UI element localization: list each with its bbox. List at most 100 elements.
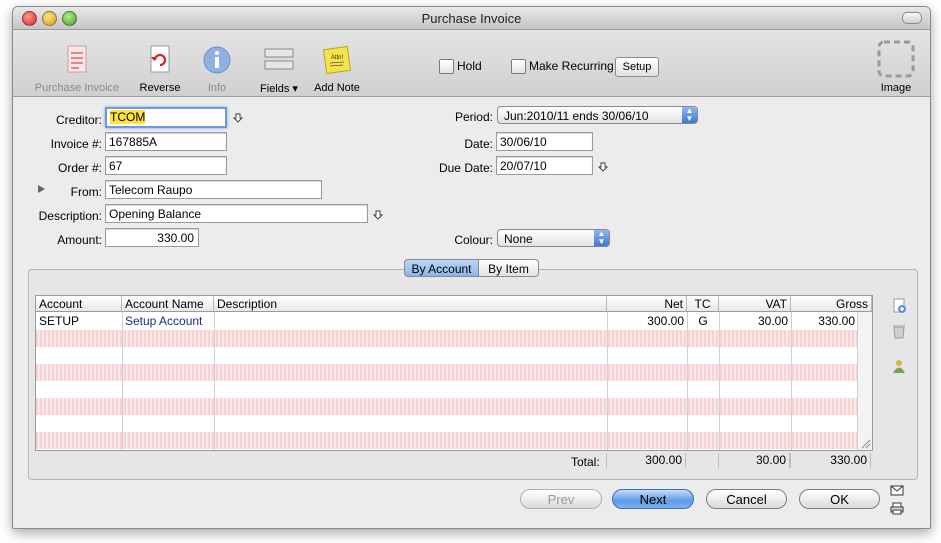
add-note-label: Add Note — [314, 82, 360, 94]
trash-icon[interactable] — [891, 323, 907, 339]
toolbar-toggle-button[interactable] — [902, 12, 922, 24]
invoice-number-label: Invoice #: — [50, 137, 102, 151]
window-title: Purchase Invoice — [421, 11, 522, 26]
column-header-tc[interactable]: TC — [687, 296, 719, 312]
column-header-net[interactable]: Net — [607, 296, 687, 312]
colour-label: Colour: — [454, 233, 493, 247]
next-button[interactable]: Next — [612, 489, 694, 509]
image-label: Image — [880, 82, 912, 94]
print-icon[interactable] — [890, 502, 904, 515]
fields-label-wrap: Fields ▾ — [255, 82, 303, 95]
cancel-button[interactable]: Cancel — [706, 489, 787, 509]
make-recurring-checkbox[interactable] — [511, 59, 526, 74]
sticky-note-icon: Attn! — [322, 45, 352, 75]
fields-tool[interactable]: Fields ▾ — [255, 44, 303, 95]
order-number-label: Order #: — [57, 161, 102, 175]
cell-account: SETUP — [39, 314, 80, 328]
due-date-field[interactable]: 20/07/10 — [496, 156, 593, 175]
description-field[interactable]: Opening Balance — [105, 204, 368, 223]
image-tool[interactable]: Image — [873, 40, 919, 94]
setup-button[interactable]: Setup — [615, 57, 659, 77]
column-divider — [214, 312, 215, 450]
empty-row[interactable] — [36, 432, 872, 449]
add-line-icon[interactable] — [891, 298, 907, 314]
colour-value: None — [504, 232, 533, 246]
cell-description — [214, 313, 607, 330]
table-row[interactable]: SETUP Setup Account 300.00 G 30.00 330.0… — [36, 313, 872, 330]
amount-field[interactable]: 330.00 — [105, 228, 199, 247]
empty-row[interactable] — [36, 364, 872, 381]
empty-row[interactable] — [36, 381, 872, 398]
cell-gross: 330.00 — [818, 314, 855, 328]
cell-account-name: Setup Account — [125, 314, 203, 328]
period-select[interactable]: Jun:2010/11 ends 30/06/10 ▲ ▼ — [497, 106, 698, 124]
column-header-description[interactable]: Description — [214, 296, 607, 312]
reverse-label: Reverse — [139, 82, 181, 94]
purchase-invoice-window: Purchase Invoice Purchase Invoice Revers… — [12, 6, 931, 529]
date-field[interactable]: 30/06/10 — [496, 132, 593, 151]
tab-by-account[interactable]: By Account — [404, 259, 479, 277]
allocate-icon[interactable] — [891, 358, 907, 374]
description-label: Description: — [38, 209, 102, 223]
creditor-value: TCOM — [110, 110, 146, 124]
amount-label: Amount: — [57, 233, 102, 247]
period-value: Jun:2010/11 ends 30/06/10 — [504, 109, 649, 123]
resize-grip-icon[interactable] — [860, 438, 871, 449]
add-note-tool[interactable]: Attn! Add Note — [309, 44, 365, 94]
info-icon — [203, 46, 231, 74]
column-header-account-name[interactable]: Account Name — [122, 296, 214, 312]
creditor-lookup-arrow-icon[interactable] — [233, 113, 243, 123]
cell-vat: 30.00 — [757, 314, 788, 328]
description-lookup-arrow-icon[interactable] — [373, 210, 383, 220]
order-number-field[interactable]: 67 — [105, 156, 227, 175]
cell-net: 300.00 — [647, 314, 684, 328]
title-bar: Purchase Invoice — [13, 7, 930, 30]
total-vat: 30.00 — [718, 453, 790, 468]
purchase-invoice-label: Purchase Invoice — [34, 82, 120, 94]
tab-by-item[interactable]: By Item — [479, 259, 539, 277]
invoice-number-field[interactable]: 167885A — [105, 132, 227, 151]
column-header-gross[interactable]: Gross — [791, 296, 872, 312]
creditor-field[interactable]: TCOM — [105, 107, 227, 128]
total-gross: 330.00 — [790, 453, 871, 468]
fields-icon — [264, 48, 294, 70]
info-label: Info — [207, 82, 227, 94]
popup-arrows-icon: ▲ ▼ — [594, 230, 609, 246]
empty-row[interactable] — [36, 398, 872, 415]
column-divider — [719, 312, 720, 450]
reverse-tool[interactable]: Reverse — [137, 44, 183, 94]
empty-row[interactable] — [36, 415, 872, 432]
hold-checkbox[interactable] — [439, 59, 454, 74]
due-date-label: Due Date: — [438, 161, 493, 175]
colour-select[interactable]: None ▲ ▼ — [497, 229, 610, 247]
empty-row[interactable] — [36, 347, 872, 364]
lines-table: Account Account Name Description Net TC … — [35, 295, 873, 451]
make-recurring-label: Make Recurring — [529, 59, 614, 73]
note-icon-text: Attn! — [331, 55, 344, 61]
vertical-scrollbar[interactable] — [857, 312, 872, 450]
hold-label: Hold — [457, 59, 482, 73]
column-header-vat[interactable]: VAT — [719, 296, 791, 312]
popup-arrows-icon: ▲ ▼ — [682, 107, 697, 123]
prev-button[interactable]: Prev — [520, 489, 602, 509]
from-field[interactable]: Telecom Raupo — [105, 180, 322, 199]
column-divider — [607, 312, 608, 450]
column-header-account[interactable]: Account — [36, 296, 122, 312]
period-label: Period: — [454, 110, 493, 124]
info-tool[interactable]: Info — [199, 44, 235, 94]
purchase-invoice-tool[interactable]: Purchase Invoice — [31, 44, 123, 94]
date-label: Date: — [464, 137, 493, 151]
dropdown-triangle-icon: ▾ — [289, 83, 298, 95]
toolbar: Purchase Invoice Reverse Info Fields ▾ A… — [13, 30, 930, 97]
column-divider — [687, 312, 688, 450]
invoice-document-icon — [67, 45, 87, 73]
from-label: From: — [70, 185, 102, 199]
total-net: 300.00 — [606, 453, 686, 468]
empty-row[interactable] — [36, 330, 872, 347]
ok-button[interactable]: OK — [799, 489, 880, 509]
due-date-lookup-arrow-icon[interactable] — [598, 162, 608, 172]
email-icon[interactable] — [890, 485, 904, 496]
reverse-icon — [150, 45, 170, 73]
fields-label: Fields — [260, 83, 290, 95]
column-divider — [122, 312, 123, 450]
